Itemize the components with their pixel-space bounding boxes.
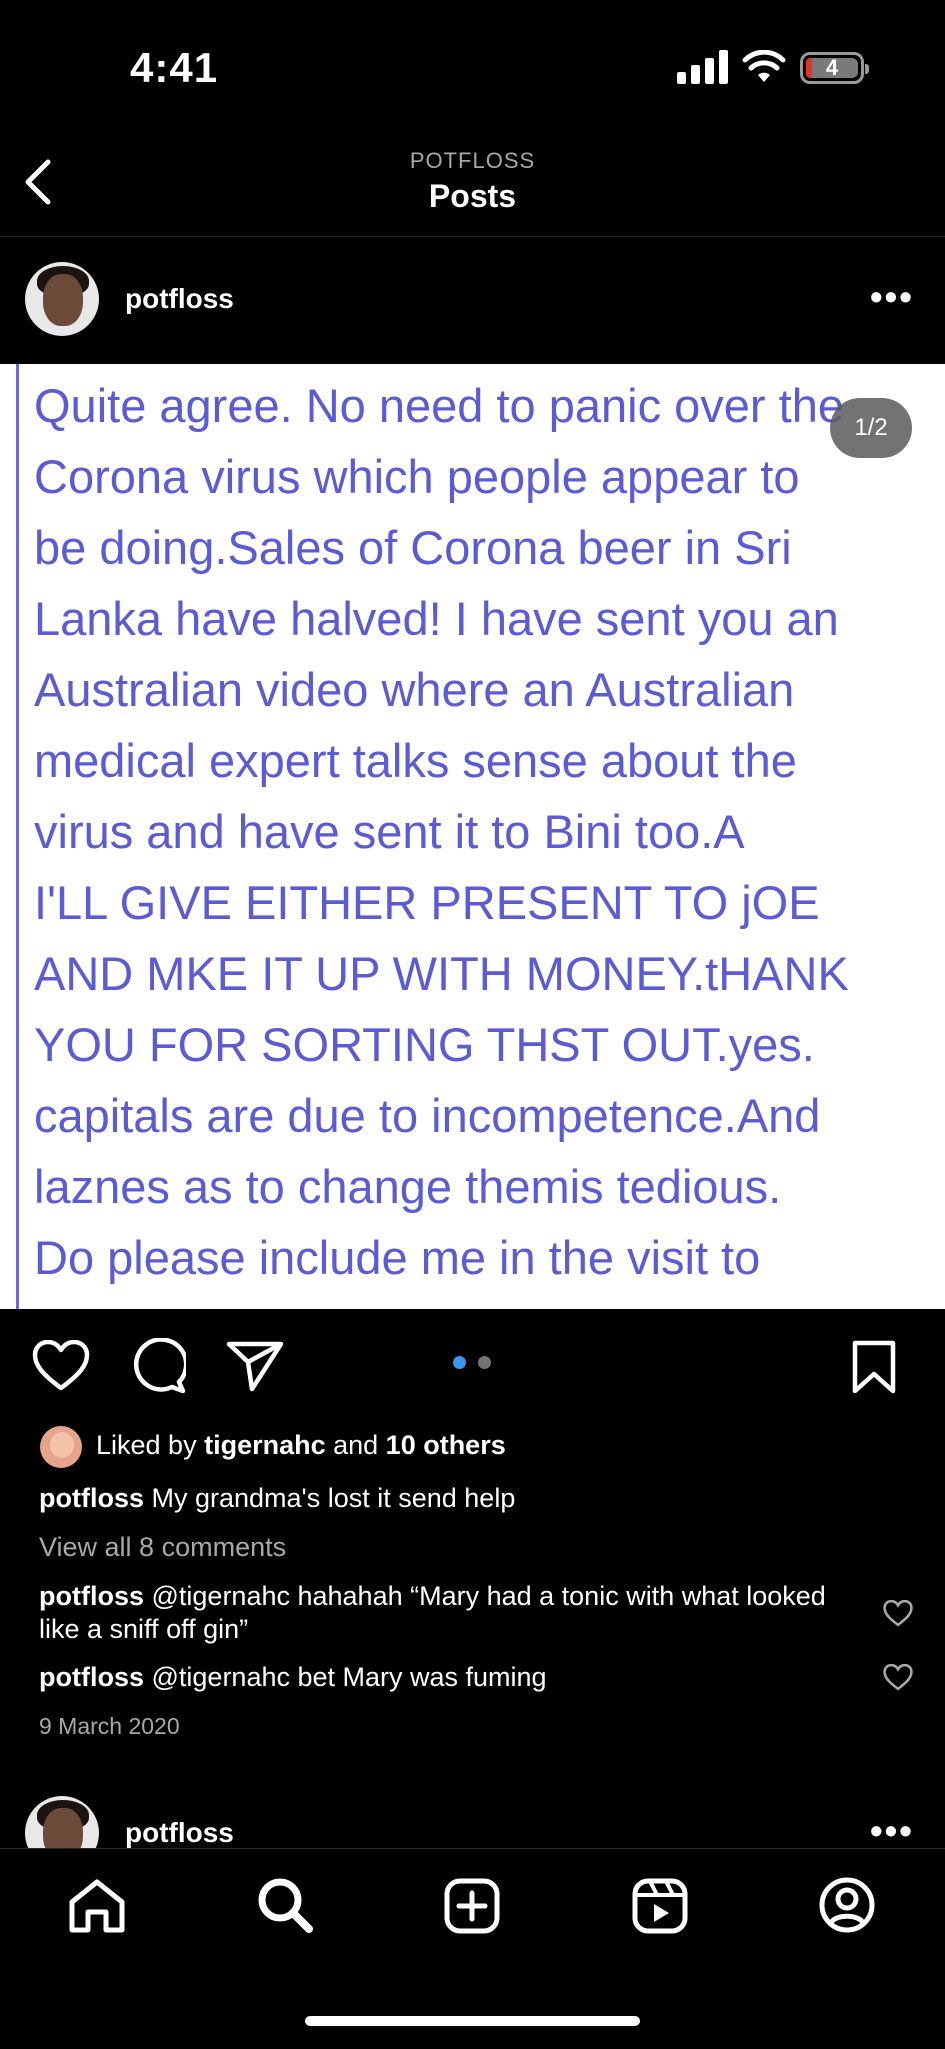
image-text-line: be doing.Sales of Corona beer in Sri — [34, 521, 792, 574]
carousel-dot-active — [453, 1356, 466, 1369]
create-icon[interactable] — [444, 1878, 500, 1934]
image-text-line: YOU FOR SORTING THST OUT.yes. — [34, 1018, 815, 1071]
image-text-line: medical expert talks sense about the — [34, 734, 797, 787]
likes-prefix: Liked by — [96, 1430, 205, 1460]
bookmark-icon[interactable] — [852, 1340, 896, 1394]
carousel-dot — [478, 1356, 491, 1369]
heart-icon[interactable] — [32, 1340, 90, 1392]
image-text-line: Lanka have halved! I have sent you an — [34, 592, 839, 645]
comment-like-heart-icon[interactable] — [883, 1600, 913, 1627]
header-subtitle: POTFLOSS — [409, 148, 536, 173]
comment-item: potfloss @tigernahc hahahah “Mary had a … — [39, 1580, 859, 1646]
reels-icon[interactable] — [632, 1878, 688, 1934]
avatar[interactable] — [25, 262, 99, 336]
image-text-line: Australian video where an Australian — [34, 663, 795, 716]
image-text-line: Corona virus which people appear to — [34, 450, 800, 503]
image-text-line: Quite agree. No need to panic over the — [34, 379, 844, 432]
image-counter: 1/2 — [830, 398, 912, 458]
comment-icon[interactable] — [130, 1338, 186, 1394]
more-options-icon[interactable]: ••• — [870, 1810, 914, 1852]
caption-text: My grandma's lost it send help — [144, 1483, 516, 1513]
home-indicator[interactable] — [305, 2016, 640, 2026]
share-icon[interactable] — [226, 1340, 284, 1392]
comment-username[interactable]: potfloss — [39, 1581, 144, 1611]
image-text-line: capitals are due to incompetence.And — [34, 1089, 821, 1142]
caption: potfloss My grandma's lost it send help — [39, 1483, 879, 1514]
page-title: Posts — [428, 178, 517, 214]
image-text: Quite agree. No need to panic over the Co… — [34, 370, 945, 1293]
image-margin-line — [16, 364, 19, 1309]
comment-username[interactable]: potfloss — [39, 1662, 144, 1692]
home-icon[interactable] — [68, 1878, 126, 1934]
profile-icon[interactable] — [818, 1876, 876, 1934]
post-image[interactable]: Quite agree. No need to panic over the Co… — [0, 364, 945, 1309]
likes-user[interactable]: tigernahc — [204, 1430, 326, 1460]
view-all-comments-link[interactable]: View all 8 comments — [39, 1532, 286, 1563]
comment-text: @tigernahc bet Mary was fuming — [144, 1662, 547, 1692]
likes-others[interactable]: 10 others — [386, 1430, 506, 1460]
image-text-line: laznes as to change themis tedious. — [34, 1160, 782, 1213]
comment-text: @tigernahc hahahah “Mary had a tonic wit… — [39, 1581, 826, 1644]
wifi-icon — [742, 50, 786, 82]
image-text-line: virus and have sent it to Bini too.A — [34, 805, 745, 858]
likes-text[interactable]: Liked by tigernahc and 10 others — [96, 1430, 506, 1461]
next-post-username[interactable]: potfloss — [125, 1817, 234, 1849]
likes-middle: and — [325, 1430, 386, 1460]
battery-level: 4 — [806, 57, 858, 79]
image-text-line: Do please include me in the visit to — [34, 1231, 761, 1284]
image-text-line: I'LL GIVE EITHER PRESENT TO jOE — [34, 876, 820, 929]
caption-username[interactable]: potfloss — [39, 1483, 144, 1513]
more-options-icon[interactable]: ••• — [870, 276, 914, 318]
comment-item: potfloss @tigernahc bet Mary was fuming — [39, 1662, 859, 1693]
search-icon[interactable] — [256, 1876, 314, 1934]
cellular-signal-icon — [677, 50, 728, 84]
post-date: 9 March 2020 — [39, 1713, 180, 1739]
post-username[interactable]: potfloss — [125, 283, 234, 315]
liker-avatar[interactable] — [40, 1426, 82, 1468]
comment-like-heart-icon[interactable] — [883, 1664, 913, 1691]
battery-icon: 4 — [800, 52, 869, 84]
header-divider — [0, 236, 945, 237]
status-time: 4:41 — [130, 44, 219, 91]
image-text-line: AND MKE IT UP WITH MONEY.tHANK — [34, 947, 849, 1000]
